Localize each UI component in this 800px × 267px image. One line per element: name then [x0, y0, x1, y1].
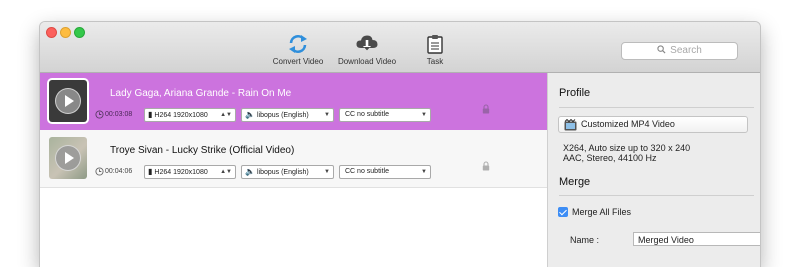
profile-description-line1: X264, Auto size up to 320 x 240	[563, 143, 691, 153]
subtitle-value: CC no subtitle	[345, 168, 389, 175]
chevron-down-icon: ▼	[324, 112, 330, 118]
video-format-select[interactable]: ▮ H264 1920x1080 ▲▼	[144, 165, 236, 179]
task-button[interactable]: Task	[395, 34, 475, 66]
video-profile-icon	[564, 119, 577, 131]
video-duration: 00:03:08	[105, 111, 133, 118]
film-icon: ▮	[148, 110, 153, 119]
chevron-down-icon: ▼	[421, 169, 427, 175]
audio-track-value: libopus (English)	[256, 169, 309, 176]
chevron-down-icon: ▼	[324, 169, 330, 175]
profile-heading: Profile	[559, 87, 591, 99]
play-icon[interactable]	[55, 145, 81, 171]
subtitle-select[interactable]: CC no subtitle ▼	[339, 108, 431, 122]
clipboard-icon	[427, 35, 443, 54]
search-placeholder: Search	[670, 45, 702, 56]
video-format-value: H264 1920x1080	[154, 112, 208, 119]
subtitle-value: CC no subtitle	[345, 111, 389, 118]
convert-icon	[289, 35, 307, 53]
video-format-value: H264 1920x1080	[154, 169, 208, 176]
profile-description-line2: AAC, Stereo, 44100 Hz	[563, 153, 657, 163]
video-row-2[interactable]: Troye Sivan - Lucky Strike (Official Vid…	[40, 130, 547, 188]
profile-select-button[interactable]: Customized MP4 Video	[558, 116, 748, 133]
video-thumbnail[interactable]	[49, 80, 87, 122]
clock-icon	[95, 167, 104, 176]
merge-name-input[interactable]: Merged Video	[633, 232, 760, 246]
minimize-window-button[interactable]	[60, 27, 71, 38]
speaker-icon: 🔈	[245, 110, 255, 119]
task-label: Task	[426, 57, 444, 66]
zoom-window-button[interactable]	[74, 27, 85, 38]
convert-video-label: Convert Video	[272, 57, 324, 66]
video-title: Troye Sivan - Lucky Strike (Official Vid…	[110, 145, 295, 156]
merge-all-checkbox[interactable]	[558, 207, 568, 217]
search-field[interactable]: Search	[621, 42, 738, 60]
stepper-arrows-icon: ▲▼	[220, 169, 232, 175]
clock-icon	[95, 110, 104, 119]
app-window: Convert Video Download Video Task Search…	[40, 22, 760, 267]
merge-all-label[interactable]: Merge All Files	[572, 207, 631, 217]
chevron-down-icon: ▼	[421, 112, 427, 118]
audio-track-select[interactable]: 🔈 libopus (English) ▼	[241, 165, 334, 179]
divider	[559, 107, 754, 108]
divider	[559, 195, 754, 196]
search-icon	[657, 45, 666, 54]
audio-track-select[interactable]: 🔈 libopus (English) ▼	[241, 108, 334, 122]
close-window-button[interactable]	[46, 27, 57, 38]
video-thumbnail[interactable]	[49, 137, 87, 179]
film-icon: ▮	[148, 167, 153, 176]
toolbar: Convert Video Download Video Task Search	[40, 22, 760, 73]
speaker-icon: 🔈	[245, 167, 255, 176]
stepper-arrows-icon: ▲▼	[220, 112, 232, 118]
convert-video-button[interactable]: Convert Video	[258, 34, 338, 66]
audio-track-value: libopus (English)	[256, 112, 309, 119]
video-list: Lady Gaga, Ariana Grande - Rain On Me 00…	[40, 73, 548, 267]
video-format-select[interactable]: ▮ H264 1920x1080 ▲▼	[144, 108, 236, 122]
profile-preset: Customized MP4 Video	[581, 119, 675, 129]
settings-panel: Profile Customized MP4 Video X264, Auto …	[548, 73, 760, 267]
subtitle-select[interactable]: CC no subtitle ▼	[339, 165, 431, 179]
video-duration: 00:04:06	[105, 168, 133, 175]
merge-heading: Merge	[559, 176, 591, 188]
lock-icon[interactable]	[482, 161, 490, 171]
name-label: Name :	[570, 235, 600, 245]
cloud-download-icon	[356, 35, 378, 51]
lock-icon[interactable]	[482, 104, 490, 114]
video-row-1[interactable]: Lady Gaga, Ariana Grande - Rain On Me 00…	[40, 73, 547, 130]
play-icon[interactable]	[55, 88, 81, 114]
video-title: Lady Gaga, Ariana Grande - Rain On Me	[110, 88, 292, 99]
